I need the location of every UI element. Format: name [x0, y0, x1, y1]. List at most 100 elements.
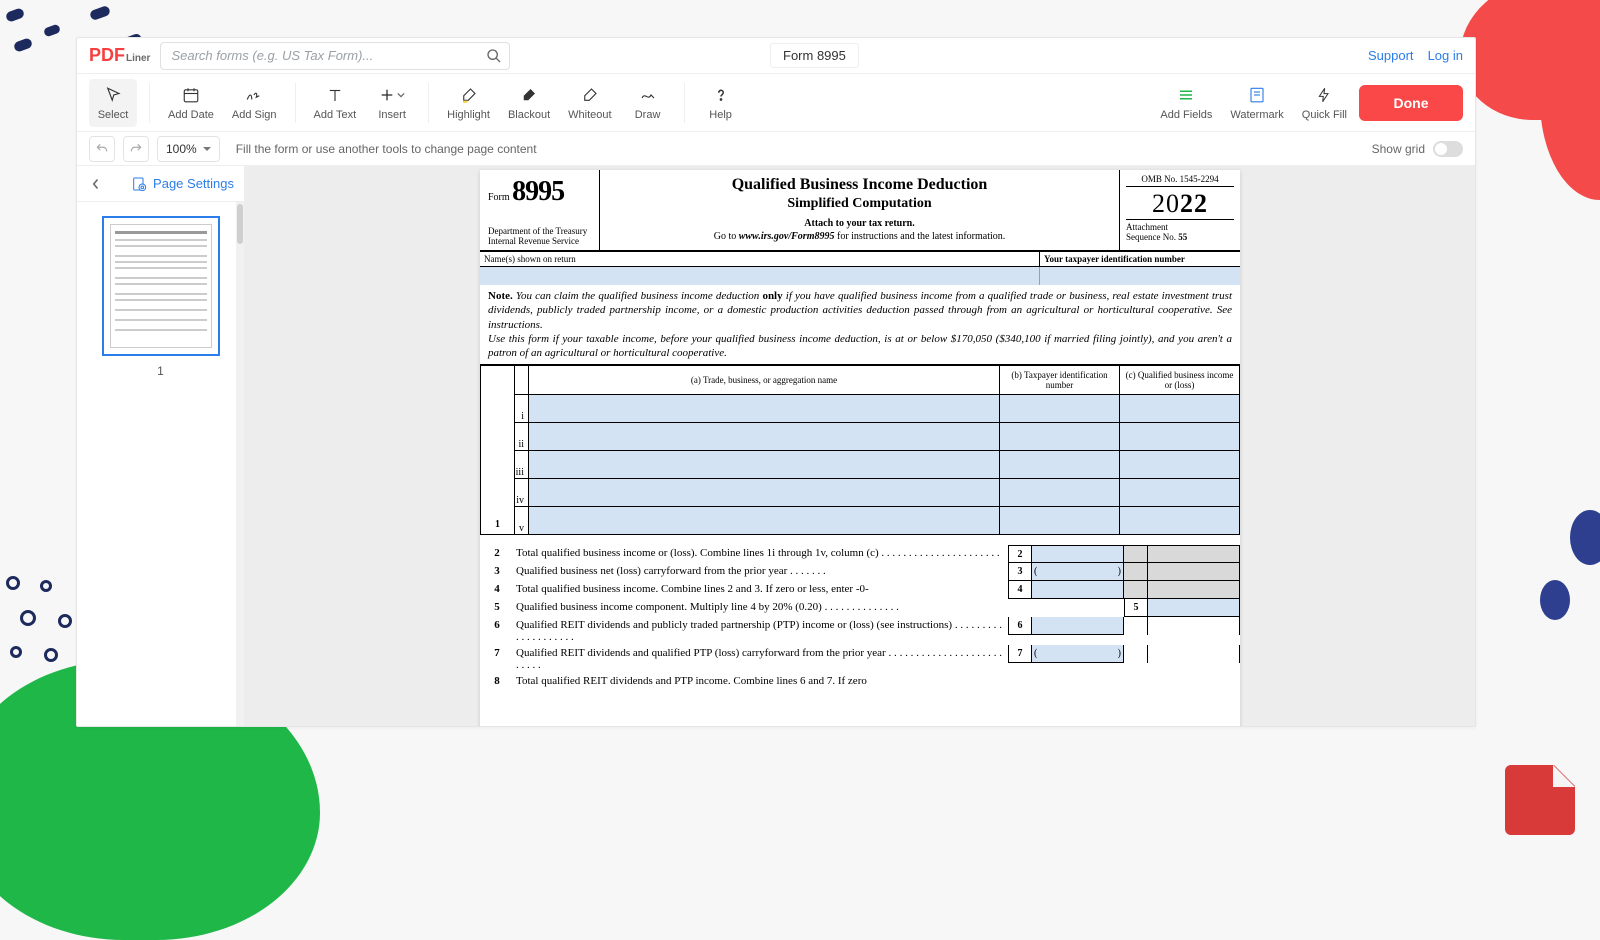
tool-add-sign[interactable]: Add Sign: [226, 79, 283, 127]
page-thumbnail[interactable]: [102, 216, 220, 356]
brand-main: PDF: [89, 45, 125, 66]
line-2: 2 Total qualified business income or (lo…: [480, 545, 1240, 563]
line-6-text: Qualified REIT dividends and publicly tr…: [514, 617, 1008, 645]
tool-highlight[interactable]: Highlight: [441, 79, 496, 127]
field-1iii-a[interactable]: [529, 451, 1000, 479]
line-5-no: 5: [480, 599, 514, 613]
form-header-left: Form 8995 Department of the Treasury Int…: [480, 170, 600, 250]
grey-box: [1124, 581, 1148, 599]
redo-button[interactable]: [123, 136, 149, 162]
tin-field[interactable]: [1040, 267, 1240, 285]
field-1iv-a[interactable]: [529, 479, 1000, 507]
tool-add-fields[interactable]: Add Fields: [1154, 79, 1218, 127]
tool-select[interactable]: Select: [89, 79, 137, 127]
field-1i-b[interactable]: [1000, 395, 1120, 423]
line-4-box: 4: [1008, 581, 1032, 599]
thumbnails: 1: [77, 202, 244, 726]
line-4-field[interactable]: [1032, 581, 1124, 599]
line-8: 8 Total qualified REIT dividends and PTP…: [480, 673, 1240, 689]
tool-add-date[interactable]: Add Date: [162, 79, 220, 127]
name-field[interactable]: [480, 267, 1040, 285]
line-2-field[interactable]: [1032, 545, 1124, 563]
name-field-row: [480, 267, 1240, 285]
line-2-no: 2: [480, 545, 514, 559]
field-1ii-b[interactable]: [1000, 423, 1120, 451]
field-1i-a[interactable]: [529, 395, 1000, 423]
field-1iii-b[interactable]: [1000, 451, 1120, 479]
line-3: 3 Qualified business net (loss) carryfor…: [480, 563, 1240, 581]
whiteout-icon: [581, 85, 599, 105]
undo-button[interactable]: [89, 136, 115, 162]
line-3-field[interactable]: (): [1032, 563, 1124, 581]
document-page[interactable]: Form 8995 Department of the Treasury Int…: [480, 170, 1240, 726]
toolbar: Select Add Date Add Sign Add Text Insert…: [77, 74, 1475, 132]
field-1iv-b[interactable]: [1000, 479, 1120, 507]
form-word: Form: [488, 192, 510, 203]
field-1v-b[interactable]: [1000, 507, 1120, 535]
row-ii: ii: [515, 423, 529, 451]
field-1iii-c[interactable]: [1120, 451, 1240, 479]
tool-label: Add Text: [314, 109, 357, 121]
att-seq-no: 55: [1178, 232, 1187, 242]
brand-logo[interactable]: PDFLiner: [89, 45, 150, 66]
tool-label: Whiteout: [568, 109, 611, 121]
note-1a: You can claim the qualified business inc…: [513, 290, 763, 302]
field-1iv-c[interactable]: [1120, 479, 1240, 507]
tool-insert[interactable]: Insert: [368, 79, 416, 127]
search-input[interactable]: [160, 42, 510, 70]
line-3-text: Qualified business net (loss) carryforwa…: [514, 563, 1008, 579]
tool-quick-fill[interactable]: Quick Fill: [1296, 79, 1353, 127]
tool-watermark[interactable]: Watermark: [1224, 79, 1289, 127]
att-seq-label-2: Sequence No.: [1126, 232, 1178, 242]
line-5-field[interactable]: [1148, 599, 1240, 617]
name-label: Name(s) shown on return: [480, 252, 1040, 266]
line-6-box: 6: [1008, 617, 1032, 635]
grey-box: [1124, 545, 1148, 563]
line-2-text: Total qualified business income or (loss…: [514, 545, 1008, 561]
line-5-text: Qualified business income component. Mul…: [514, 599, 1124, 615]
page-settings-button[interactable]: Page Settings: [131, 176, 234, 192]
sidebar-header: Page Settings: [77, 166, 244, 202]
show-grid-toggle[interactable]: [1433, 141, 1463, 157]
zoom-select[interactable]: 100%: [157, 136, 220, 162]
calendar-icon: [182, 85, 200, 105]
field-1v-a[interactable]: [529, 507, 1000, 535]
signature-icon: [245, 85, 263, 105]
line-1-number: 1: [481, 366, 515, 535]
field-1v-c[interactable]: [1120, 507, 1240, 535]
canvas[interactable]: Form 8995 Department of the Treasury Int…: [245, 166, 1475, 726]
year-bold: 22: [1180, 189, 1208, 218]
main-area: Page Settings: [77, 166, 1475, 726]
tool-help[interactable]: Help: [697, 79, 745, 127]
form-title-2: Simplified Computation: [606, 196, 1113, 212]
line-6-field[interactable]: [1032, 617, 1124, 635]
login-link[interactable]: Log in: [1428, 48, 1463, 63]
field-1ii-a[interactable]: [529, 423, 1000, 451]
search-icon[interactable]: [486, 48, 502, 64]
goto-link: www.irs.gov/Form8995: [739, 231, 835, 242]
field-1i-c[interactable]: [1120, 395, 1240, 423]
thumbnail-scrollbar[interactable]: [236, 202, 244, 726]
line-7-field[interactable]: (): [1032, 645, 1124, 663]
separator: [149, 83, 150, 123]
support-link[interactable]: Support: [1368, 48, 1414, 63]
done-button[interactable]: Done: [1359, 85, 1463, 121]
tool-blackout[interactable]: Blackout: [502, 79, 556, 127]
tool-label: Watermark: [1230, 109, 1283, 121]
grey-val: [1148, 563, 1240, 581]
line-8-text: Total qualified REIT dividends and PTP i…: [514, 673, 1240, 689]
tool-add-text[interactable]: Add Text: [308, 79, 363, 127]
line-3-box: 3: [1008, 563, 1032, 581]
plus-icon: [379, 85, 405, 105]
page-settings-icon: [131, 176, 147, 192]
form-note: Note. You can claim the qualified busine…: [480, 285, 1240, 365]
tool-label: Quick Fill: [1302, 109, 1347, 121]
tool-whiteout[interactable]: Whiteout: [562, 79, 617, 127]
line-3-no: 3: [480, 563, 514, 577]
spacer: [1124, 645, 1148, 663]
tool-label: Add Date: [168, 109, 214, 121]
name-row: Name(s) shown on return Your taxpayer id…: [480, 252, 1240, 267]
tool-draw[interactable]: Draw: [624, 79, 672, 127]
sidebar-back[interactable]: [87, 176, 105, 192]
field-1ii-c[interactable]: [1120, 423, 1240, 451]
